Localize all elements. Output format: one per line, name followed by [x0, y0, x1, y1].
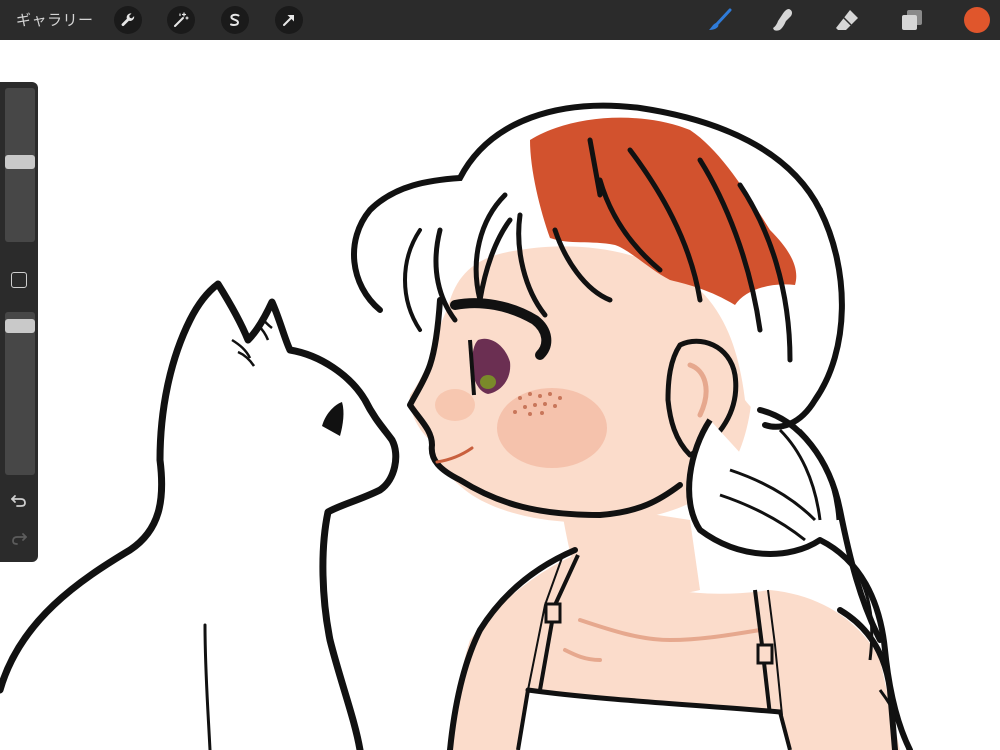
brush-button[interactable] [706, 6, 734, 34]
magic-wand-icon [174, 12, 189, 27]
girl-illustration [350, 102, 913, 750]
drawing-canvas[interactable] [0, 40, 1000, 750]
actions-button[interactable] [114, 6, 142, 34]
eraser-button[interactable] [833, 6, 861, 34]
smudge-button[interactable] [769, 6, 797, 34]
transform-arrow-icon [283, 15, 294, 26]
adjustments-button[interactable] [167, 6, 195, 34]
layers-icon [902, 10, 922, 30]
selection-icon [230, 13, 240, 26]
cat-illustration [0, 280, 400, 750]
brush-icon [709, 8, 732, 30]
eraser-icon [836, 10, 858, 30]
selection-button[interactable] [221, 6, 249, 34]
smudge-icon [773, 9, 793, 31]
layers-button[interactable] [898, 6, 926, 34]
color-picker-button[interactable] [964, 7, 990, 33]
transform-button[interactable] [275, 6, 303, 34]
wrench-icon [121, 13, 135, 27]
gallery-button[interactable]: ギャラリー [16, 0, 94, 40]
top-toolbar: ギャラリー [0, 0, 1000, 40]
